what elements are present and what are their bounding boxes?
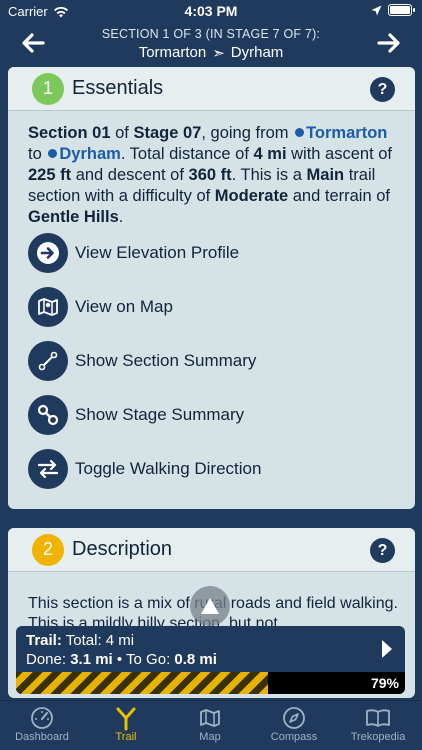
triangle-up-icon [201,598,219,614]
view-elevation-profile-label: View Elevation Profile [75,243,240,262]
arrow-right-icon [28,233,68,273]
map-icon [200,709,220,727]
trail-progress-bar: 79% [16,672,405,694]
trail-done-line: Done: 3.1 mi • To Go: 0.8 mi [26,651,217,668]
trail-label: Trail: [26,632,62,649]
trail-fork-icon [116,707,136,731]
swap-icon [28,449,68,489]
view-on-map-label: View on Map [75,297,173,316]
tab-trekopedia[interactable]: Trekopedia [336,705,420,750]
terrain-value: Gentle Hills [28,208,119,226]
done-value: 3.1 mi [66,651,113,668]
scroll-to-top-button[interactable] [190,586,230,626]
essentials-card: 1 Essentials ? Section 01 of Stage 07, g… [8,67,415,509]
essentials-header[interactable]: 1 Essentials ? [8,67,415,111]
text-descent: and descent of [71,166,189,184]
battery-icon [388,4,415,16]
ascent-value: 225 ft [28,166,72,184]
distance-value: 4 mi [253,145,287,163]
route-to: Dyrham [230,44,284,61]
show-section-summary-button[interactable]: Show Section Summary [28,341,256,381]
tab-bar: Dashboard Trail Map Compass Trekopedia [0,700,422,750]
text-going-from: , going from [201,124,294,142]
stage-id: Stage 07 [133,124,202,142]
map-icon [28,287,68,327]
toggle-walking-direction-button[interactable]: Toggle Walking Direction [28,449,261,489]
trail-total-line: Trail: Total: 4 mi [26,632,134,649]
route-icon [28,395,68,435]
difficulty-value: Moderate [214,187,289,205]
text-total: . Total distance of [120,145,254,163]
show-stage-summary-button[interactable]: Show Stage Summary [28,395,244,435]
toggle-walking-direction-label: Toggle Walking Direction [75,459,262,478]
description-help-button[interactable]: ? [370,538,395,563]
to-go-value: 0.8 mi [174,651,217,668]
view-elevation-profile-button[interactable]: View Elevation Profile [28,233,239,273]
tab-compass-label: Compass [270,731,318,743]
end-location-dot-icon [48,149,58,158]
description-title: Description [72,538,173,560]
tab-trail-label: Trail [115,731,137,743]
compass-icon [283,707,305,729]
tab-dashboard-label: Dashboard [15,731,69,743]
tab-dashboard[interactable]: Dashboard [0,705,84,750]
trail-total-value: Total: 4 mi [61,632,135,649]
location-arrow-icon [371,5,382,15]
text-to: to [28,145,47,163]
book-icon [366,709,390,727]
description-number-badge: 2 [32,533,64,566]
tab-map-label: Map [199,731,221,743]
status-right [371,4,415,16]
start-location-link[interactable]: Tormarton [306,124,387,142]
start-location-dot-icon [295,128,305,137]
clock: 4:03 PM [184,3,238,19]
essentials-summary-text: Section 01 of Stage 07, going from Torma… [28,123,400,228]
tab-compass[interactable]: Compass [252,705,336,750]
end-location-link[interactable]: Dyrham [59,145,120,163]
show-stage-summary-label: Show Stage Summary [75,405,245,424]
text-terrain: and terrain of [288,187,390,205]
chevron-right-icon [382,640,392,658]
done-label: Done: [26,651,67,668]
essentials-help-button[interactable]: ? [370,77,395,102]
route-title: Tormarton ➣ Dyrham [0,44,422,62]
essentials-title: Essentials [72,77,164,99]
essentials-number-badge: 1 [32,72,64,105]
arrow-right-icon [377,33,400,53]
description-header[interactable]: 2 Description ? [8,528,415,572]
line-segment-icon [28,341,68,381]
descent-value: 360 ft [188,166,232,184]
route-from: Tormarton [138,44,207,61]
trail-type-value: Main [306,166,345,184]
to-go-label: • To Go: [112,651,175,668]
trail-progress-fill [16,672,268,694]
trail-progress-percent: 79% [370,675,399,691]
tab-map[interactable]: Map [168,705,252,750]
show-section-summary-label: Show Section Summary [75,351,257,370]
text-end: . [118,208,124,226]
section-navigation-header: SECTION 1 OF 3 (IN STAGE 7 OF 7): Tormar… [0,22,422,66]
gauge-icon [31,707,53,729]
text-trail: . This is a [231,166,307,184]
trail-progress-panel[interactable]: Trail: Total: 4 mi Done: 3.1 mi • To Go:… [16,626,405,694]
text-ascent: with ascent of [286,145,393,163]
route-separator-icon: ➣ [212,45,225,62]
tab-trail[interactable]: Trail [84,705,168,750]
view-on-map-button[interactable]: View on Map [28,287,173,327]
text-of: of [110,124,134,142]
tab-trekopedia-label: Trekopedia [350,731,406,743]
status-bar: Carrier 4:03 PM [0,0,422,22]
section-id: Section 01 [28,124,111,142]
section-subtitle: SECTION 1 OF 3 (IN STAGE 7 OF 7): [101,27,321,41]
next-section-button[interactable] [374,28,404,58]
